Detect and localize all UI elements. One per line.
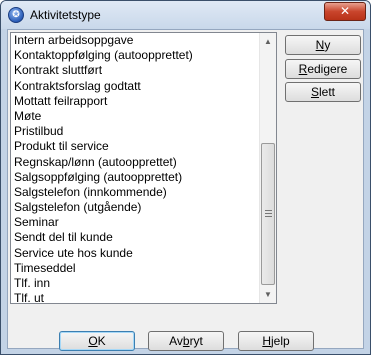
list-item[interactable]: Salgsoppfølging (autoopprettet) (11, 170, 259, 185)
vertical-scrollbar[interactable]: ▲ ▼ (259, 33, 276, 303)
delete-button-label: lett (319, 85, 336, 99)
list-item[interactable]: Seminar (11, 215, 259, 230)
list-item[interactable]: Pristilbud (11, 124, 259, 139)
list-item[interactable]: Kontraktsforslag godtatt (11, 79, 259, 94)
app-icon: ✪ (8, 7, 24, 23)
delete-button[interactable]: Slett (285, 82, 361, 102)
edit-button-label: edigere (307, 62, 348, 76)
ok-button-label: K (97, 334, 106, 348)
grip-icon (265, 210, 272, 217)
scrollbar-thumb[interactable] (261, 143, 275, 285)
list-item[interactable]: Kontrakt sluttført (11, 63, 259, 78)
list-item[interactable]: Salgstelefon (innkommende) (11, 185, 259, 200)
list-item[interactable]: Intern arbeidsoppgave (11, 33, 259, 48)
help-button-mnemonic: H (262, 334, 271, 348)
new-button[interactable]: Ny (285, 35, 361, 55)
list-item[interactable]: Salgstelefon (utgående) (11, 200, 259, 215)
list-item[interactable]: Sendt del til kunde (11, 230, 259, 245)
list-items: Intern arbeidsoppgave Kontaktoppfølging (… (11, 33, 259, 303)
activity-type-list[interactable]: Intern arbeidsoppgave Kontaktoppfølging (… (10, 32, 277, 304)
cancel-button-label-start: Av (169, 334, 183, 348)
ok-button[interactable]: OK (59, 331, 135, 351)
list-item[interactable]: Møte (11, 109, 259, 124)
scroll-up-arrow-icon[interactable]: ▲ (260, 33, 276, 50)
new-button-label: y (324, 38, 331, 52)
list-item[interactable]: Mottatt feilrapport (11, 94, 259, 109)
title-bar[interactable]: ✪ Aktivitetstype ✕ (1, 1, 370, 29)
help-button-label: jelp (270, 334, 290, 348)
close-button[interactable]: ✕ (324, 2, 366, 21)
edit-button[interactable]: Redigere (285, 59, 361, 79)
scroll-down-arrow-icon[interactable]: ▼ (260, 286, 276, 303)
list-item[interactable]: Tlf. inn (11, 276, 259, 291)
ok-button-mnemonic: O (88, 334, 98, 348)
list-item[interactable]: Kontaktoppfølging (autoopprettet) (11, 48, 259, 63)
cancel-button[interactable]: Avbryt (148, 331, 224, 351)
window-title: Aktivitetstype (30, 8, 101, 22)
cancel-button-mnemonic: b (182, 334, 190, 348)
list-item[interactable]: Regnskap/lønn (autoopprettet) (11, 155, 259, 170)
dialog-body: Intern arbeidsoppgave Kontaktoppfølging (… (7, 29, 364, 351)
list-item[interactable]: Service ute hos kunde (11, 246, 259, 261)
edit-button-mnemonic: R (298, 62, 308, 76)
cancel-button-label-end: ryt (189, 334, 203, 348)
dialog-window: ✪ Aktivitetstype ✕ Intern arbeidsoppgave… (0, 0, 371, 355)
help-button[interactable]: Hjelp (238, 331, 314, 351)
delete-button-mnemonic: S (310, 85, 319, 99)
list-item[interactable]: Timeseddel (11, 261, 259, 276)
list-item[interactable]: Produkt til service (11, 139, 259, 154)
list-item[interactable]: Tlf. ut (11, 291, 259, 303)
